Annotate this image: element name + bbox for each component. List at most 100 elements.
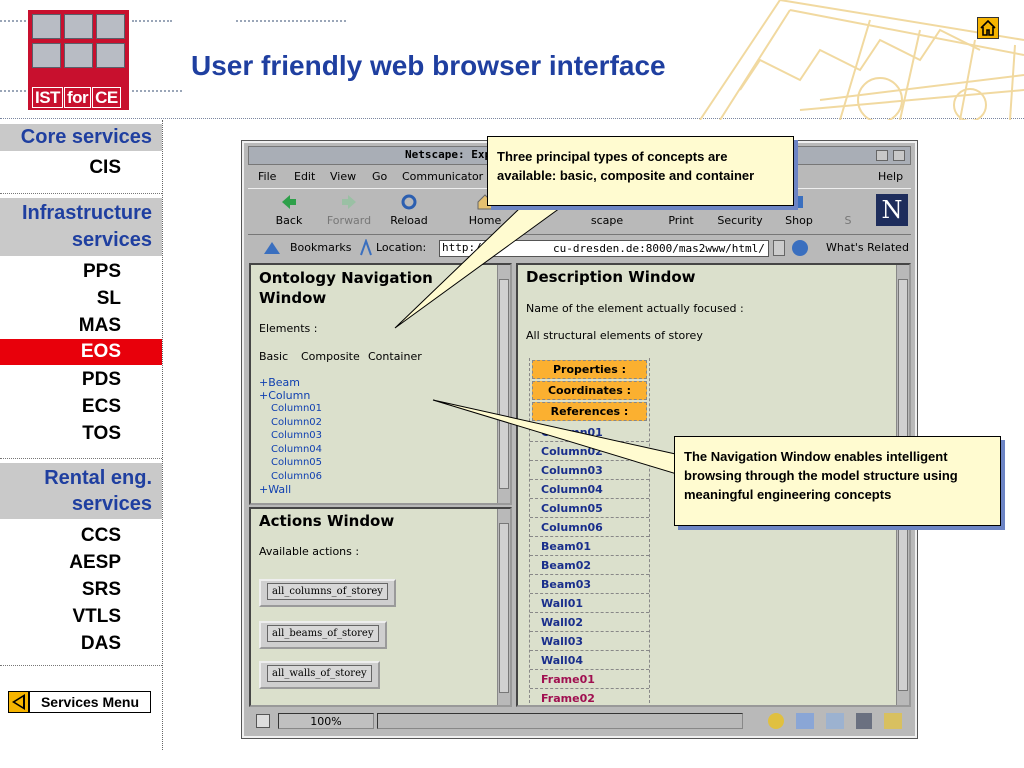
- table-row[interactable]: Column02: [530, 442, 649, 461]
- navigation-window-callout: The Navigation Window enables intelligen…: [674, 436, 1001, 526]
- tree-leaf-item[interactable]: Column02: [259, 416, 322, 430]
- tree-leaf-item[interactable]: Column01: [259, 402, 322, 416]
- infrastructure-services-heading[interactable]: Infrastructure services: [0, 198, 162, 256]
- forward-button[interactable]: Forward: [320, 189, 378, 236]
- rental-eng-services-heading[interactable]: Rental eng. services: [0, 463, 162, 519]
- logo-text-3: CE: [92, 87, 121, 108]
- back-button[interactable]: Back: [260, 189, 318, 236]
- tab-composite[interactable]: Composite: [301, 350, 360, 364]
- services-menu-button[interactable]: Services Menu: [8, 691, 151, 713]
- url-dropdown-icon[interactable]: [773, 240, 785, 256]
- composer-component-icon[interactable]: [856, 713, 872, 729]
- all-columns-of-storey-label: all_columns_of_storey: [267, 583, 388, 600]
- tree-leaf-item[interactable]: Column03: [259, 429, 322, 443]
- scrollbar-thumb[interactable]: [499, 279, 509, 489]
- home-label: Home: [468, 214, 502, 227]
- maximize-icon[interactable]: [893, 150, 905, 161]
- actions-scrollbar[interactable]: [497, 509, 510, 705]
- sidebar-item-mas[interactable]: MAS: [79, 312, 121, 339]
- available-actions-label: Available actions :: [259, 545, 360, 558]
- element-tree: +Beam +Column Column01 Column02 Column03 Colu…: [259, 376, 322, 496]
- core-services-heading[interactable]: Core services: [0, 124, 162, 151]
- sidebar-item-ccs[interactable]: CCS: [81, 522, 121, 549]
- table-row[interactable]: Column06: [530, 518, 649, 537]
- back-arrow-icon: [8, 691, 29, 713]
- sidebar-item-vtls[interactable]: VTLS: [72, 603, 121, 630]
- sidebar-item-das[interactable]: DAS: [81, 630, 121, 657]
- navigator-component-icon[interactable]: [768, 713, 784, 729]
- sidebar-item-cis[interactable]: CIS: [89, 154, 121, 181]
- table-row[interactable]: Beam02: [530, 556, 649, 575]
- bookmarks-menu[interactable]: Bookmarks: [290, 241, 351, 254]
- sidebar-divider: [0, 193, 162, 194]
- sidebar-item-aesp[interactable]: AESP: [69, 549, 121, 576]
- browser-location-bar: Bookmarks Location: http://b cu-dresden.…: [248, 237, 911, 259]
- table-header-button[interactable]: References :: [532, 402, 647, 421]
- menu-view[interactable]: View: [330, 170, 356, 183]
- sidebar-item-ecs[interactable]: ECS: [82, 393, 121, 420]
- all-walls-of-storey-button[interactable]: all_walls_of_storey: [259, 661, 380, 689]
- actions-window-title: Actions Window: [259, 512, 395, 530]
- menu-go[interactable]: Go: [372, 170, 387, 183]
- edit-component-icon[interactable]: [884, 713, 902, 729]
- sidebar-item-srs[interactable]: SRS: [82, 576, 121, 603]
- whats-related-button[interactable]: What's Related: [826, 241, 909, 254]
- stop-button[interactable]: S: [838, 189, 858, 236]
- tree-leaf-item[interactable]: Column06: [259, 470, 322, 484]
- table-row[interactable]: Beam01: [530, 537, 649, 556]
- sidebar-item-sl[interactable]: SL: [97, 285, 121, 312]
- table-row[interactable]: Column01: [530, 423, 649, 442]
- table-row[interactable]: Wall03: [530, 632, 649, 651]
- concepts-callout: Three principal types of concepts are av…: [487, 136, 794, 206]
- tree-leaf-item[interactable]: Column05: [259, 456, 322, 470]
- table-row[interactable]: Wall02: [530, 613, 649, 632]
- sidebar-item-pds[interactable]: PDS: [82, 366, 121, 393]
- security-label: Security: [717, 214, 763, 227]
- table-row[interactable]: Frame01: [530, 670, 649, 689]
- ontology-scrollbar[interactable]: [497, 265, 510, 503]
- description-window-title: Description Window: [526, 268, 696, 286]
- reload-label: Reload: [390, 214, 428, 227]
- table-row[interactable]: Column03: [530, 461, 649, 480]
- tree-group-item[interactable]: +Column: [259, 389, 322, 402]
- back-label: Back: [275, 214, 303, 227]
- table-row[interactable]: Wall04: [530, 651, 649, 670]
- lock-icon[interactable]: [256, 714, 270, 728]
- home-button[interactable]: [977, 17, 999, 39]
- all-columns-of-storey-button[interactable]: all_columns_of_storey: [259, 579, 396, 607]
- menu-communicator[interactable]: Communicator: [402, 170, 483, 183]
- mail-component-icon[interactable]: [796, 713, 814, 729]
- tree-group-item[interactable]: +Beam: [259, 376, 322, 389]
- table-row[interactable]: Wall01: [530, 594, 649, 613]
- sidebar-item-pps[interactable]: PPS: [83, 258, 121, 285]
- table-row[interactable]: Column04: [530, 480, 649, 499]
- focused-element-value[interactable]: All structural elements of storey: [526, 329, 703, 343]
- sidebar-item-eos-selected[interactable]: EOS: [0, 339, 162, 365]
- sidebar-item-tos[interactable]: TOS: [82, 420, 121, 447]
- menu-edit[interactable]: Edit: [294, 170, 315, 183]
- menu-help[interactable]: Help: [878, 170, 903, 183]
- tree-group-item[interactable]: +Wall: [259, 483, 322, 496]
- header-dotted-line: [0, 90, 26, 92]
- table-row[interactable]: Beam03: [530, 575, 649, 594]
- progress-indicator: 100%: [278, 713, 374, 729]
- table-header-button[interactable]: Properties :: [532, 360, 647, 379]
- header-dotted-line: [236, 20, 346, 22]
- stop-label-partial: S: [844, 214, 852, 227]
- reload-icon: [401, 194, 417, 210]
- table-row[interactable]: Frame02: [530, 689, 649, 705]
- discussion-component-icon[interactable]: [826, 713, 844, 729]
- bookmarks-icon: [264, 242, 280, 254]
- scrollbar-thumb[interactable]: [499, 523, 509, 693]
- table-row[interactable]: Column05: [530, 499, 649, 518]
- tab-basic[interactable]: Basic: [259, 350, 288, 364]
- all-beams-of-storey-button[interactable]: all_beams_of_storey: [259, 621, 387, 649]
- table-header-button[interactable]: Coordinates :: [532, 381, 647, 400]
- minimize-icon[interactable]: [876, 150, 888, 161]
- services-menu-label: Services Menu: [29, 691, 151, 713]
- tab-container[interactable]: Container: [368, 350, 422, 364]
- tree-leaf-item[interactable]: Column04: [259, 443, 322, 457]
- browser-window-title: Netscape: Exp: [405, 148, 492, 161]
- menu-file[interactable]: File: [258, 170, 276, 183]
- reload-button[interactable]: Reload: [380, 189, 438, 236]
